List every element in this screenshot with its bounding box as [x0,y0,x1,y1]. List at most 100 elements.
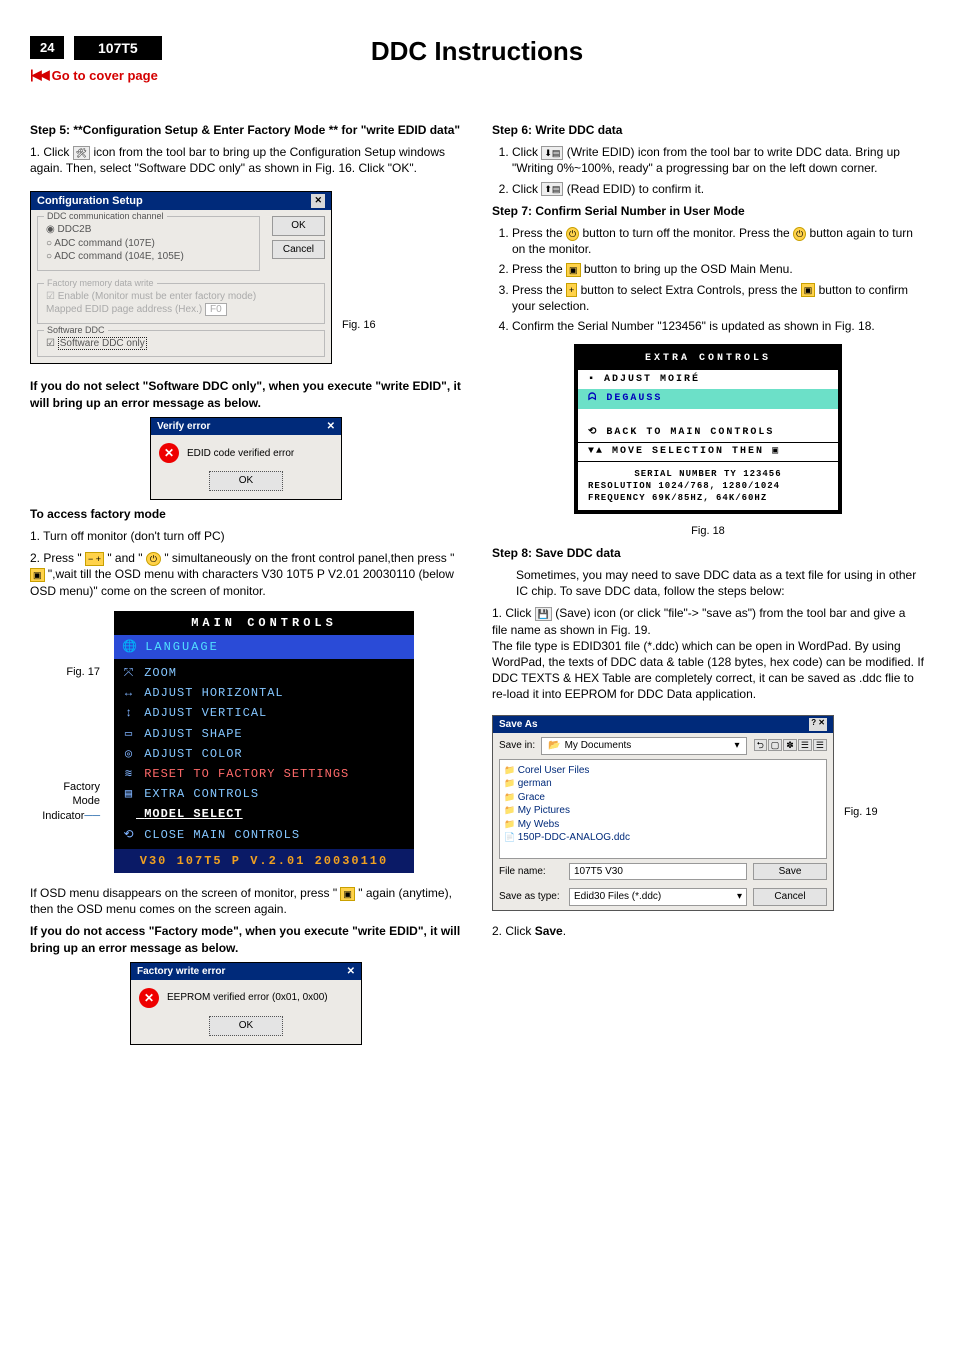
save-button[interactable]: Save [753,863,827,881]
mapped-value[interactable]: F0 [205,303,227,316]
cover-link-label: Go to cover page [52,68,158,83]
osd-item: BACK TO MAIN CONTROLS [606,427,774,438]
osd-header: MAIN CONTROLS [114,611,414,635]
text: Click [512,182,541,196]
step8-item2: 2. Click Save. [492,923,924,939]
access-step2: 2. Press " − + " and " ⏻ " simultaneousl… [30,550,462,599]
error-icon: ✕ [139,988,159,1008]
access-step1: 1. Turn off monitor (don't turn off PC) [30,528,462,544]
ok-button[interactable]: OK [272,216,325,236]
access-factory-title: To access factory mode [30,506,462,522]
close-icon[interactable]: ✕ [311,194,325,209]
left-column: Step 5: **Configuration Setup & Enter Fa… [30,116,462,1051]
osd-footer: V30 107T5 P V.2.01 20030110 [114,849,414,873]
osd-item: ZOOM [144,666,177,680]
frequency-line: FREQUENCY 69K/85HZ, 64K/60HZ [588,492,828,504]
step7-item1: Press the ⏻ button to turn off the monit… [512,225,924,257]
ok-button[interactable]: OK [209,471,283,491]
folder-icon: 📂 [548,739,560,753]
osd-item: ADJUST MOIRÉ [604,374,700,385]
page-header: 24 107T5 DDC Instructions |◀◀ Go to cove… [30,36,924,96]
text: icon from the tool bar to bring up the C… [30,145,445,175]
software-ddc-checkbox[interactable]: ☑ Software DDC only [46,337,316,351]
right-column: Step 6: Write DDC data Click ⬇▤ (Write E… [492,116,924,1051]
step8-intro: Sometimes, you may need to save DDC data… [492,567,924,599]
list-item[interactable]: 150P-DDC-ANALOG.ddc [504,831,822,845]
minus-plus-icon: − + [85,552,104,566]
window-buttons[interactable]: ? ✕ [809,718,827,732]
go-to-cover-link[interactable]: |◀◀ Go to cover page [30,67,924,83]
osd-item: ADJUST COLOR [144,747,242,761]
step6-title: Step 6: Write DDC data [492,122,924,138]
power-icon: ⏻ [146,552,161,566]
step5-title: Step 5: **Configuration Setup & Enter Fa… [30,122,462,138]
nav-icons[interactable]: ⮌▢✽☰☰ [753,739,827,753]
read-edid-icon: ⬆▤ [541,182,563,196]
text: (Read EDID) to confirm it. [563,182,704,196]
no-swddc-note: If you do not select "Software DDC only"… [30,378,462,410]
rewind-icon: |◀◀ [30,67,48,83]
fig18-label: Fig. 18 [492,524,924,539]
dialog-title: Verify error [157,420,210,434]
ok-osd-icon: ▣ [801,283,816,297]
factory-write-error-dialog: Factory write error✕ ✕EEPROM verified er… [130,962,362,1045]
text: (Write EDID) icon from the tool bar to w… [512,145,900,175]
osd-main-controls: MAIN CONTROLS 🌐 LANGUAGE ⤧ ZOOM ↔ ADJUST… [114,611,414,873]
osd-item: CLOSE MAIN CONTROLS [144,828,300,842]
osd-item: EXTRA CONTROLS [144,787,259,801]
text: button to turn off the monitor. Press th… [579,226,793,240]
enable-checkbox[interactable]: ☑ Enable (Monitor must be enter factory … [46,290,316,304]
radio-ddc2b[interactable]: ◉ DDC2B [46,223,251,237]
label: Mapped EDID page address (Hex.) [46,304,202,315]
factory-mode-side3: Indicator [42,810,84,822]
globe-icon: 🌐 [122,639,136,655]
cancel-button[interactable]: Cancel [753,888,827,906]
list-item[interactable]: Grace [504,791,822,805]
radio-adc104[interactable]: ○ ADC command (104E, 105E) [46,250,251,264]
text: 1. Click [30,145,73,159]
list-item[interactable]: german [504,777,822,791]
back-icon: ⟲ [588,427,598,438]
serial-line: SERIAL NUMBER TY 123456 [588,468,828,480]
radio-adc107[interactable]: ○ ADC command (107E) [46,237,251,251]
text: Click [505,606,534,620]
step8-item1: 1. Click 💾 (Save) icon (or click "file"-… [492,605,924,702]
close-icon[interactable]: ✕ [327,420,335,434]
step6-item2: Click ⬆▤ (Read EDID) to confirm it. [512,181,924,197]
close-icon[interactable]: ✕ [347,965,355,979]
ok-osd-icon: ▣ [340,887,355,901]
step6-item1: Click ⬇▤ (Write EDID) icon from the tool… [512,144,924,176]
cancel-button[interactable]: Cancel [272,240,325,260]
factory-mode-side1: Factory [30,780,100,795]
step7-title: Step 7: Confirm Serial Number in User Mo… [492,203,924,219]
error-msg: EDID code verified error [187,447,294,461]
label: DDC2B [58,224,92,235]
label: ADC command (104E, 105E) [54,251,184,262]
ok-button[interactable]: OK [209,1016,283,1036]
ok-osd-icon: ▣ [30,568,45,582]
file-list[interactable]: Corel User Files german Grace My Picture… [499,759,827,859]
type-dropdown[interactable]: Edid30 Files (*.ddc)▾ [569,888,747,906]
list-item[interactable]: My Webs [504,818,822,832]
text: The file type is EDID301 file (*.ddc) wh… [492,639,924,702]
list-item[interactable]: Corel User Files [504,764,822,778]
savein-label: Save in: [499,739,535,753]
label: Enable (Monitor must be enter factory mo… [58,291,256,302]
error-icon: ✕ [159,443,179,463]
osd2-header: EXTRA CONTROLS [578,348,838,370]
osd-item: ADJUST HORIZONTAL [144,686,283,700]
savein-dropdown[interactable]: 📂My Documents▾ [541,737,746,755]
power-icon: ⏻ [566,227,579,241]
text: 2. Press " [30,551,85,565]
verify-error-dialog: Verify error✕ ✕EDID code verified error … [150,417,342,500]
filename-label: File name: [499,865,563,879]
osd-extra-controls: EXTRA CONTROLS ▪ ADJUST MOIRÉ ᗣ DEGAUSS … [574,344,842,514]
power-icon: ⏻ [793,227,806,241]
osd-item: ADJUST VERTICAL [144,706,267,720]
filename-input[interactable]: 107T5 V30 [569,863,747,881]
osd-item: RESET TO FACTORY SETTINGS [144,767,349,781]
text: If OSD menu disappears on the screen of … [30,886,340,900]
list-item[interactable]: My Pictures [504,804,822,818]
write-edid-icon: ⬇▤ [541,146,563,160]
page-number: 24 [30,36,64,59]
